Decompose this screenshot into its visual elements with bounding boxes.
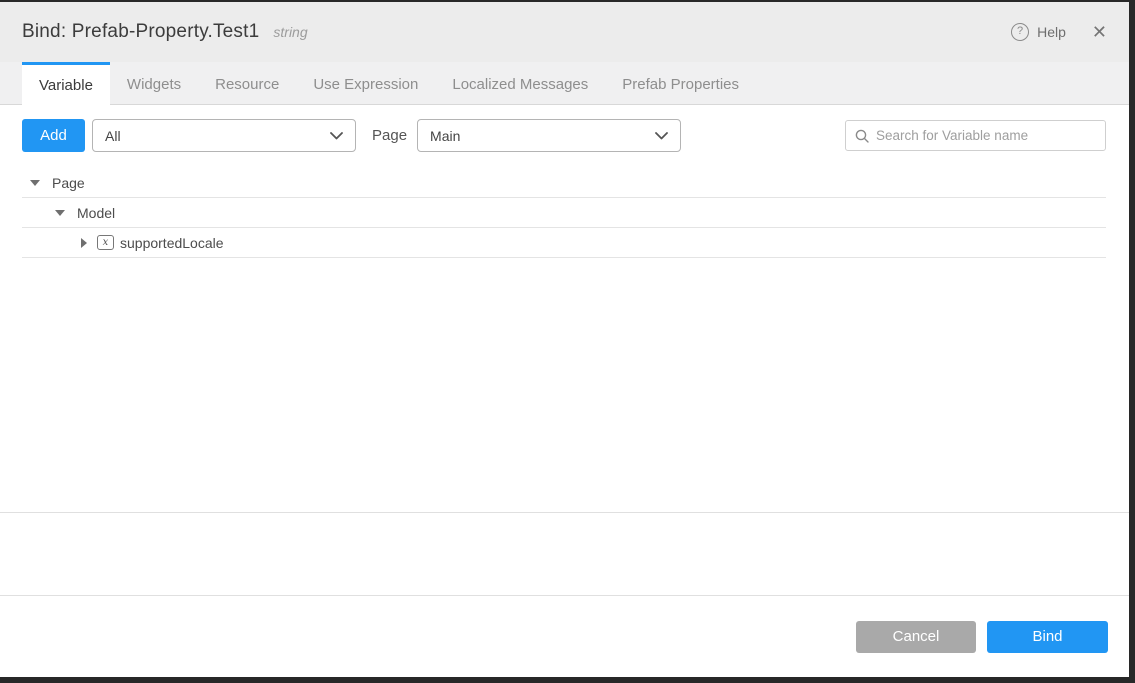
expand-arrow-icon[interactable] <box>81 238 87 248</box>
tree-node-page[interactable]: Page <box>22 168 1106 198</box>
page-label: Page <box>372 127 407 144</box>
collapse-arrow-icon[interactable] <box>30 180 40 186</box>
variable-filter-value: All <box>105 128 121 144</box>
tab-label: Localized Messages <box>452 76 588 93</box>
close-icon[interactable]: ✕ <box>1092 23 1107 41</box>
tree-node-label: supportedLocale <box>120 235 224 251</box>
tab-widgets[interactable]: Widgets <box>110 62 198 104</box>
variable-tree: Page Model x supportedLocale <box>22 168 1106 258</box>
dialog-header: Bind: Prefab-Property.Test1 string ? Hel… <box>0 2 1129 62</box>
cancel-button[interactable]: Cancel <box>856 621 976 653</box>
variable-search-box <box>845 120 1106 151</box>
variable-toolbar: Add All Page Main <box>22 119 1106 152</box>
page-select[interactable]: Main <box>417 119 681 152</box>
collapse-arrow-icon[interactable] <box>55 210 65 216</box>
tab-label: Prefab Properties <box>622 76 739 93</box>
property-type-label: string <box>273 24 307 40</box>
tree-node-model[interactable]: Model <box>22 198 1106 228</box>
tree-node-label: Page <box>52 175 85 191</box>
variable-filter-select[interactable]: All <box>92 119 356 152</box>
tab-label: Variable <box>39 77 93 94</box>
tree-empty-area <box>0 258 1129 512</box>
search-input[interactable] <box>876 128 1096 143</box>
chevron-down-icon <box>655 132 668 140</box>
preview-section <box>0 512 1129 595</box>
dialog-footer: Cancel Bind <box>0 595 1129 677</box>
tab-localized-messages[interactable]: Localized Messages <box>435 62 605 104</box>
tab-label: Resource <box>215 76 279 93</box>
tree-node-supportedlocale[interactable]: x supportedLocale <box>22 228 1106 258</box>
tab-variable[interactable]: Variable <box>22 62 110 105</box>
tab-label: Use Expression <box>313 76 418 93</box>
chevron-down-icon <box>330 132 343 140</box>
bind-button[interactable]: Bind <box>987 621 1108 653</box>
bind-dialog: Bind: Prefab-Property.Test1 string ? Hel… <box>0 2 1129 677</box>
header-actions: ? Help ✕ <box>1011 23 1107 41</box>
help-icon[interactable]: ? <box>1011 23 1029 41</box>
tab-prefab-properties[interactable]: Prefab Properties <box>605 62 756 104</box>
tab-use-expression[interactable]: Use Expression <box>296 62 435 104</box>
tab-bar: Variable Widgets Resource Use Expression… <box>0 62 1129 105</box>
help-link[interactable]: Help <box>1037 24 1066 40</box>
dialog-title: Bind: Prefab-Property.Test1 <box>22 21 259 43</box>
tab-resource[interactable]: Resource <box>198 62 296 104</box>
variable-icon: x <box>97 235 114 250</box>
page-select-value: Main <box>430 128 460 144</box>
tab-label: Widgets <box>127 76 181 93</box>
add-variable-button[interactable]: Add <box>22 119 85 152</box>
tree-node-label: Model <box>77 205 115 221</box>
search-icon <box>855 129 869 143</box>
